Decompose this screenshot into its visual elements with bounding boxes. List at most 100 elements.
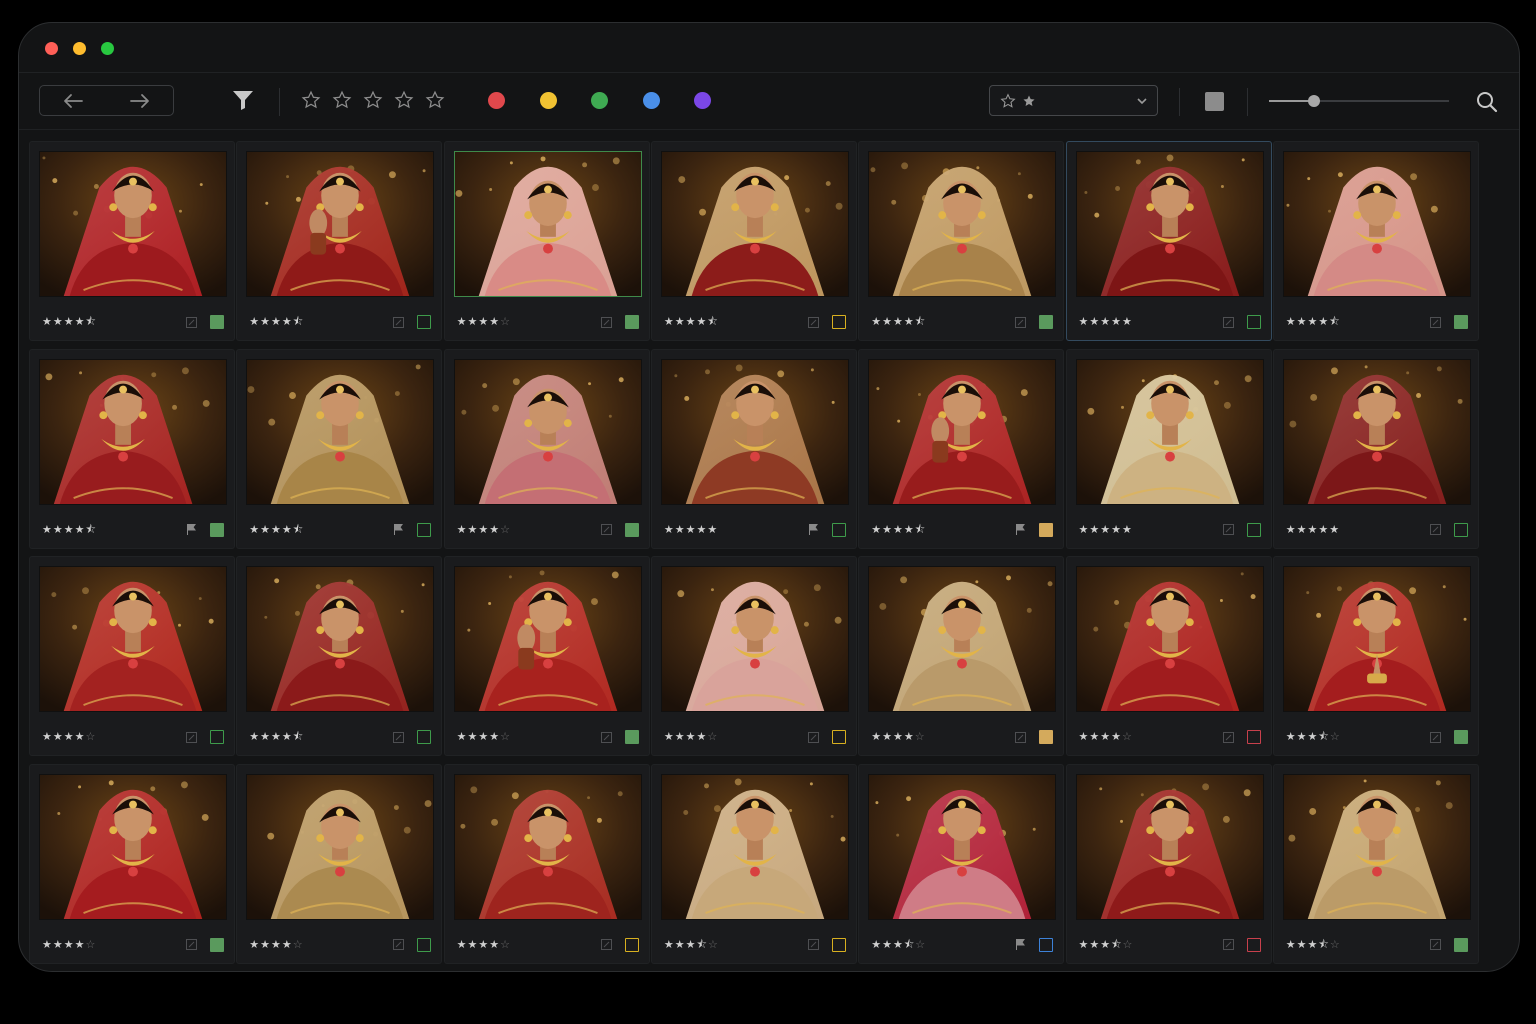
star-rating[interactable]: ★ ★ ★ ★ ☆ [457, 523, 510, 537]
star-rating[interactable]: ★ ★ ★ ★ ☆ [457, 938, 510, 952]
edit-button[interactable] [807, 938, 820, 951]
photo-cell[interactable]: ★ ★ ★ ★ ☆ [236, 763, 443, 964]
photo-cell[interactable]: ★ ★ ★ ⯪ ☆ [1272, 763, 1479, 964]
photo-cell[interactable]: ★ ★ ★ ⯪ ☆ [1272, 556, 1479, 756]
star-rating[interactable]: ★ ★ ★ ★ ☆ [42, 938, 95, 952]
photo-cell[interactable]: ★ ★ ★ ★ ⯪ [29, 141, 235, 341]
star-rating[interactable]: ★ ★ ★ ⯪ ☆ [664, 938, 718, 952]
color-label-yellow[interactable] [831, 937, 846, 952]
filter-button[interactable] [231, 88, 255, 112]
photo-cell[interactable]: ★ ★ ★ ★ ★ [1272, 348, 1479, 549]
star-rating[interactable]: ★ ★ ★ ★ ☆ [457, 315, 510, 329]
photo-thumbnail[interactable] [246, 566, 435, 712]
star-rating[interactable]: ★ ★ ★ ★ ⯪ [1286, 315, 1340, 329]
edit-button[interactable] [600, 938, 613, 951]
color-label-green[interactable] [624, 315, 639, 329]
photo-thumbnail[interactable] [1075, 151, 1264, 297]
photo-cell[interactable]: ★ ★ ★ ★ ★ [1065, 348, 1272, 549]
photo-thumbnail[interactable] [453, 566, 642, 712]
color-label-red[interactable] [488, 92, 505, 109]
edit-button[interactable] [807, 316, 820, 329]
edit-button[interactable] [600, 316, 613, 329]
color-label-yellow[interactable] [1039, 730, 1054, 744]
forward-button[interactable] [120, 88, 160, 114]
edit-button[interactable] [1014, 731, 1027, 744]
sort-rating-select[interactable] [989, 85, 1158, 116]
color-label-green[interactable] [591, 92, 608, 109]
color-label-yellow[interactable] [831, 730, 846, 744]
photo-thumbnail[interactable] [246, 358, 435, 505]
back-button[interactable] [53, 88, 93, 114]
star-rating[interactable]: ★ ★ ★ ★ ⯪ [249, 523, 303, 537]
color-label-red[interactable] [1246, 937, 1261, 952]
star-rating[interactable]: ★ ★ ★ ★ ★ [1079, 315, 1132, 329]
photo-thumbnail[interactable] [868, 773, 1057, 920]
color-label-yellow[interactable] [831, 315, 846, 329]
photo-cell[interactable]: ★ ★ ★ ⯪ ☆ [858, 763, 1065, 964]
color-label-yellow[interactable] [624, 937, 639, 952]
color-label-green[interactable] [417, 315, 432, 329]
star-rating[interactable]: ★ ★ ★ ⯪ ☆ [1286, 938, 1340, 952]
star-rating[interactable]: ★ ★ ★ ★ ⯪ [249, 730, 303, 744]
edit-button[interactable] [185, 316, 198, 329]
photo-cell[interactable]: ★ ★ ★ ★ ⯪ [236, 141, 443, 341]
star-rating[interactable]: ★ ★ ★ ⯪ ☆ [1079, 938, 1133, 952]
color-label-green[interactable] [1453, 730, 1468, 744]
color-label-green[interactable] [1453, 937, 1468, 952]
color-label-green[interactable] [210, 315, 224, 329]
photo-thumbnail[interactable] [246, 151, 435, 297]
flag-button[interactable] [185, 523, 198, 536]
star-rating[interactable]: ★ ★ ★ ★ ★ [1079, 523, 1132, 537]
color-label-purple[interactable] [694, 92, 711, 109]
minimize-window-button[interactable] [73, 42, 86, 55]
photo-thumbnail[interactable] [39, 566, 227, 712]
photo-cell[interactable]: ★ ★ ★ ★ ☆ [29, 556, 235, 756]
star-rating[interactable]: ★ ★ ★ ★ ⯪ [42, 315, 96, 329]
photo-thumbnail[interactable] [1282, 566, 1471, 712]
photo-thumbnail[interactable] [868, 566, 1057, 712]
photo-thumbnail[interactable] [453, 773, 642, 920]
photo-thumbnail[interactable] [39, 358, 227, 505]
color-label-blue[interactable] [642, 92, 660, 109]
photo-thumbnail[interactable] [246, 773, 435, 920]
color-label-green[interactable] [831, 522, 846, 537]
star-rating[interactable]: ★ ★ ★ ★ ⯪ [664, 315, 718, 329]
photo-thumbnail[interactable] [1282, 773, 1471, 920]
edit-button[interactable] [1222, 938, 1235, 951]
edit-button[interactable] [392, 316, 405, 329]
color-label-green[interactable] [624, 522, 639, 537]
photo-thumbnail[interactable] [39, 151, 227, 297]
edit-button[interactable] [1429, 523, 1442, 536]
star-rating[interactable]: ★ ★ ★ ★ ⯪ [249, 315, 303, 329]
flag-button[interactable] [1014, 523, 1027, 536]
color-label-blue[interactable] [1039, 937, 1054, 952]
edit-button[interactable] [1014, 316, 1027, 329]
photo-cell[interactable]: ★ ★ ★ ★ ☆ [443, 141, 650, 341]
photo-thumbnail[interactable] [453, 358, 642, 505]
color-label-green[interactable] [1453, 315, 1468, 329]
photo-thumbnail[interactable] [660, 566, 849, 712]
star-rating[interactable]: ★ ★ ★ ★ ★ [1286, 523, 1339, 537]
photo-thumbnail[interactable] [1282, 151, 1471, 297]
photo-cell[interactable]: ★ ★ ★ ★ ⯪ [858, 348, 1065, 549]
photo-cell[interactable]: ★ ★ ★ ★ ⯪ [29, 348, 235, 549]
edit-button[interactable] [600, 523, 613, 536]
flag-button[interactable] [392, 523, 405, 536]
photo-cell[interactable]: ★ ★ ★ ★ ☆ [650, 556, 857, 756]
color-label-green[interactable] [1039, 315, 1054, 329]
star-rating[interactable]: ★ ★ ★ ★ ☆ [249, 938, 302, 952]
star-rating[interactable]: ★ ★ ★ ★ ☆ [42, 730, 95, 744]
edit-button[interactable] [1429, 316, 1442, 329]
photo-cell[interactable]: ★ ★ ★ ★ ⯪ [236, 348, 443, 549]
star-rating[interactable]: ★ ★ ★ ⯪ ☆ [1286, 730, 1340, 744]
photo-cell[interactable]: ★ ★ ★ ★ ⯪ [650, 141, 857, 341]
color-label-green[interactable] [417, 522, 432, 537]
photo-thumbnail[interactable] [1282, 358, 1471, 505]
rating-filter-star-5[interactable] [424, 88, 446, 112]
photo-cell[interactable]: ★ ★ ★ ★ ★ [650, 348, 857, 549]
star-rating[interactable]: ★ ★ ★ ★ ☆ [664, 730, 717, 744]
photo-cell[interactable]: ★ ★ ★ ★ ☆ [29, 763, 235, 964]
flag-button[interactable] [807, 523, 820, 536]
color-label-green[interactable] [1246, 522, 1261, 537]
color-label-green[interactable] [210, 730, 224, 744]
